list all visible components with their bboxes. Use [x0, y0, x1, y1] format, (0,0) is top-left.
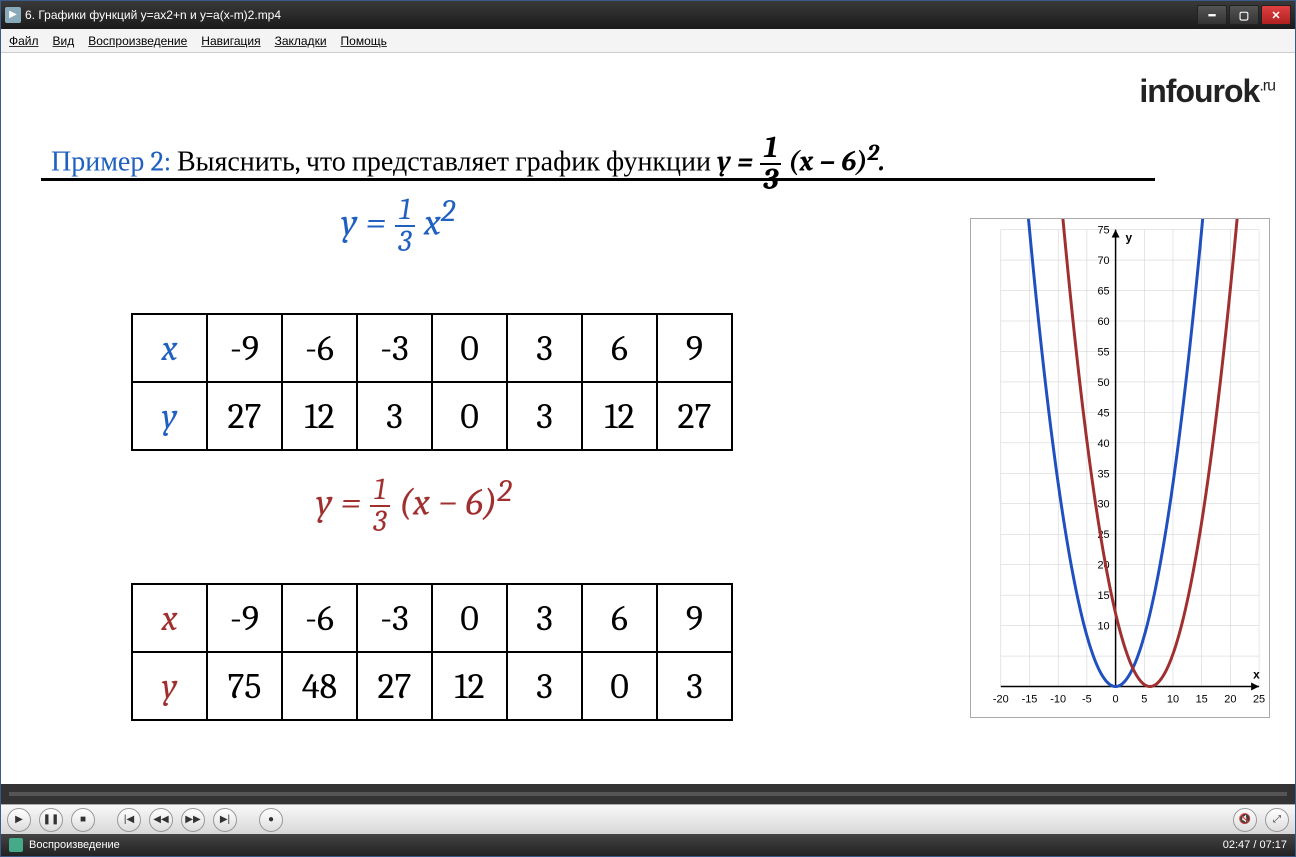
- record-button[interactable]: ●: [259, 808, 283, 832]
- menu-file[interactable]: Файл: [9, 34, 39, 48]
- svg-text:15: 15: [1097, 590, 1109, 602]
- stop-button[interactable]: ■: [71, 808, 95, 832]
- seek-area[interactable]: [1, 784, 1295, 804]
- svg-text:-5: -5: [1082, 693, 1092, 705]
- svg-text:75: 75: [1097, 225, 1109, 237]
- svg-text:y: y: [1126, 231, 1133, 245]
- equation-2: y = 13 (x − 6)2: [316, 473, 512, 537]
- forward-button[interactable]: ▶▶: [181, 808, 205, 832]
- rewind-button[interactable]: ◀◀: [149, 808, 173, 832]
- svg-text:15: 15: [1196, 693, 1208, 705]
- menu-playback[interactable]: Воспроизведение: [88, 34, 187, 48]
- svg-text:60: 60: [1097, 316, 1109, 328]
- logo: infourok.ru: [1139, 73, 1275, 110]
- svg-text:70: 70: [1097, 255, 1109, 267]
- seek-bar[interactable]: [9, 792, 1287, 796]
- svg-text:-15: -15: [1022, 693, 1038, 705]
- minimize-button[interactable]: ━: [1197, 5, 1227, 25]
- svg-text:0: 0: [1113, 693, 1119, 705]
- menu-view[interactable]: Вид: [53, 34, 75, 48]
- chart: yx-20-15-10-5051015202510152025303540455…: [970, 218, 1270, 718]
- skip-prev-button[interactable]: |◀: [117, 808, 141, 832]
- app-window: ▶ 6. Графики функций y=ax2+n и y=a(x-m)2…: [0, 0, 1296, 857]
- fullscreen-button[interactable]: ⤢: [1265, 808, 1289, 832]
- play-button[interactable]: ▶: [7, 808, 31, 832]
- play-status-icon: [9, 838, 23, 852]
- window-title: 6. Графики функций y=ax2+n и y=a(x-m)2.m…: [25, 8, 1197, 22]
- titlebar[interactable]: ▶ 6. Графики функций y=ax2+n и y=a(x-m)2…: [1, 1, 1295, 29]
- equation-1: y = 13 x2: [341, 193, 455, 257]
- svg-text:10: 10: [1167, 693, 1179, 705]
- svg-text:-20: -20: [993, 693, 1009, 705]
- svg-text:30: 30: [1097, 499, 1109, 511]
- svg-text:50: 50: [1097, 377, 1109, 389]
- svg-text:35: 35: [1097, 468, 1109, 480]
- statusbar: Воспроизведение 02:47 / 07:17: [1, 834, 1295, 856]
- menubar: Файл Вид Воспроизведение Навигация Закла…: [1, 29, 1295, 53]
- status-text: Воспроизведение: [29, 839, 1217, 851]
- svg-text:40: 40: [1097, 438, 1109, 450]
- svg-text:55: 55: [1097, 346, 1109, 358]
- menu-navigation[interactable]: Навигация: [201, 34, 260, 48]
- svg-text:45: 45: [1097, 407, 1109, 419]
- window-buttons: ━ ▢ ✕: [1197, 5, 1291, 25]
- heading-divider: [41, 178, 1155, 181]
- close-button[interactable]: ✕: [1261, 5, 1291, 25]
- svg-text:-10: -10: [1050, 693, 1066, 705]
- video-content[interactable]: infourok.ru Пример 2: Выяснить, что пред…: [1, 53, 1295, 784]
- app-icon: ▶: [5, 7, 21, 23]
- svg-text:20: 20: [1224, 693, 1236, 705]
- menu-help[interactable]: Помощь: [341, 34, 387, 48]
- table-2: x -9-6 -30 36 9 y 7548 2712 30 3: [131, 583, 733, 721]
- controls: ▶ ❚❚ ■ |◀ ◀◀ ▶▶ ▶| ● 🔇 ⤢: [1, 804, 1295, 834]
- svg-text:5: 5: [1141, 693, 1147, 705]
- mute-button[interactable]: 🔇: [1233, 808, 1257, 832]
- svg-text:65: 65: [1097, 285, 1109, 297]
- maximize-button[interactable]: ▢: [1229, 5, 1259, 25]
- menu-bookmarks[interactable]: Закладки: [275, 34, 327, 48]
- svg-text:25: 25: [1253, 693, 1265, 705]
- skip-next-button[interactable]: ▶|: [213, 808, 237, 832]
- heading: Пример 2: Выяснить, что представляет гра…: [51, 133, 885, 195]
- svg-text:10: 10: [1097, 621, 1109, 633]
- time-display: 02:47 / 07:17: [1223, 839, 1287, 851]
- pause-button[interactable]: ❚❚: [39, 808, 63, 832]
- table-1: x -9-6 -30 36 9 y 2712 30 312 27: [131, 313, 733, 451]
- svg-text:x: x: [1253, 668, 1260, 682]
